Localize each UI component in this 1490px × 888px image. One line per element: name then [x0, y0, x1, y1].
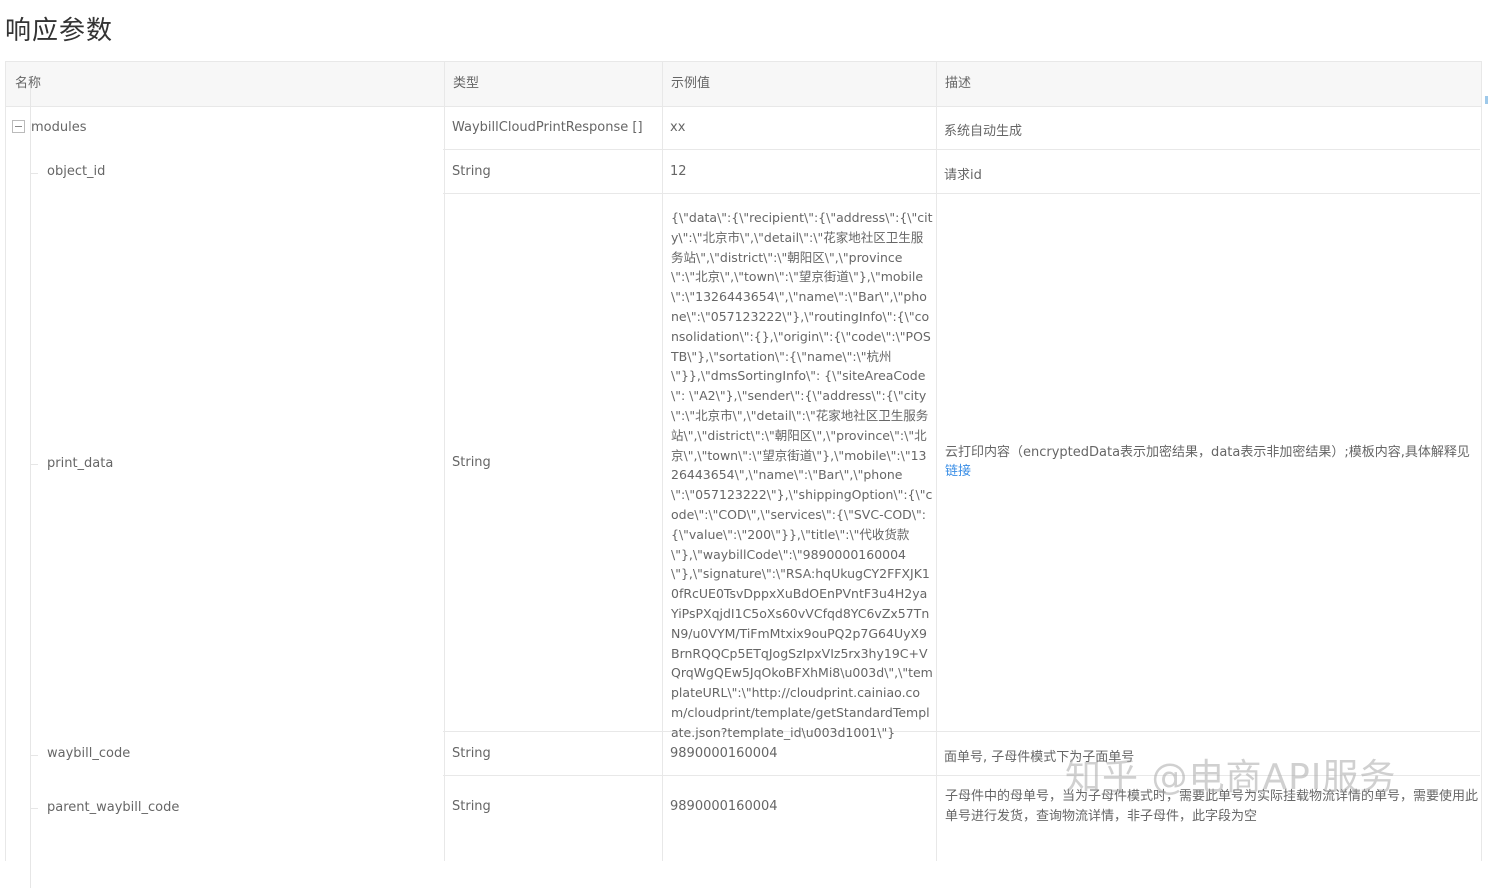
param-type: String — [452, 746, 491, 761]
param-description-print-data: 云打印内容（encryptedData表示加密结果，data表示非加密结果）;模… — [945, 443, 1480, 481]
param-description: 系统自动生成 — [944, 124, 1023, 139]
param-type: WaybillCloudPrintResponse [] — [452, 120, 643, 135]
param-name-object-id: object_id — [47, 164, 106, 179]
page-title: 响应参数 — [5, 16, 114, 46]
header-type: 类型 — [453, 76, 480, 91]
tree-branch — [30, 173, 38, 174]
param-type: String — [452, 455, 491, 470]
param-type: String — [452, 164, 491, 179]
param-description: 请求id — [944, 168, 982, 183]
tree-branch — [30, 464, 38, 465]
tree-branch — [30, 808, 38, 809]
tree-guide-line — [30, 88, 31, 888]
description-text: 云打印内容（encryptedData表示加密结果，data表示非加密结果）;模… — [945, 445, 1470, 460]
param-example: 9890000160004 — [670, 799, 778, 814]
param-example: 9890000160004 — [670, 746, 778, 761]
description-link[interactable]: 链接 — [945, 464, 971, 479]
param-name-modules: modules — [31, 120, 87, 135]
param-name-waybill-code: waybill_code — [47, 746, 131, 761]
table-header: 名称 类型 示例值 描述 — [6, 62, 1481, 107]
param-example-print-data: {\"data\":{\"recipient\":{\"address\":{\… — [671, 210, 933, 740]
collapse-toggle-icon[interactable] — [12, 120, 25, 133]
tree-branch — [30, 755, 38, 756]
param-name-parent-waybill-code: parent_waybill_code — [47, 800, 180, 815]
param-name-print-data: print_data — [47, 456, 114, 471]
header-name: 名称 — [15, 76, 42, 91]
scroll-indicator — [1485, 96, 1488, 104]
param-example: 12 — [670, 164, 687, 179]
header-example: 示例值 — [671, 76, 711, 91]
header-description: 描述 — [945, 76, 972, 91]
param-type: String — [452, 799, 491, 814]
watermark: 知乎 @电商API服务 — [1065, 757, 1397, 798]
param-example: xx — [670, 120, 686, 135]
